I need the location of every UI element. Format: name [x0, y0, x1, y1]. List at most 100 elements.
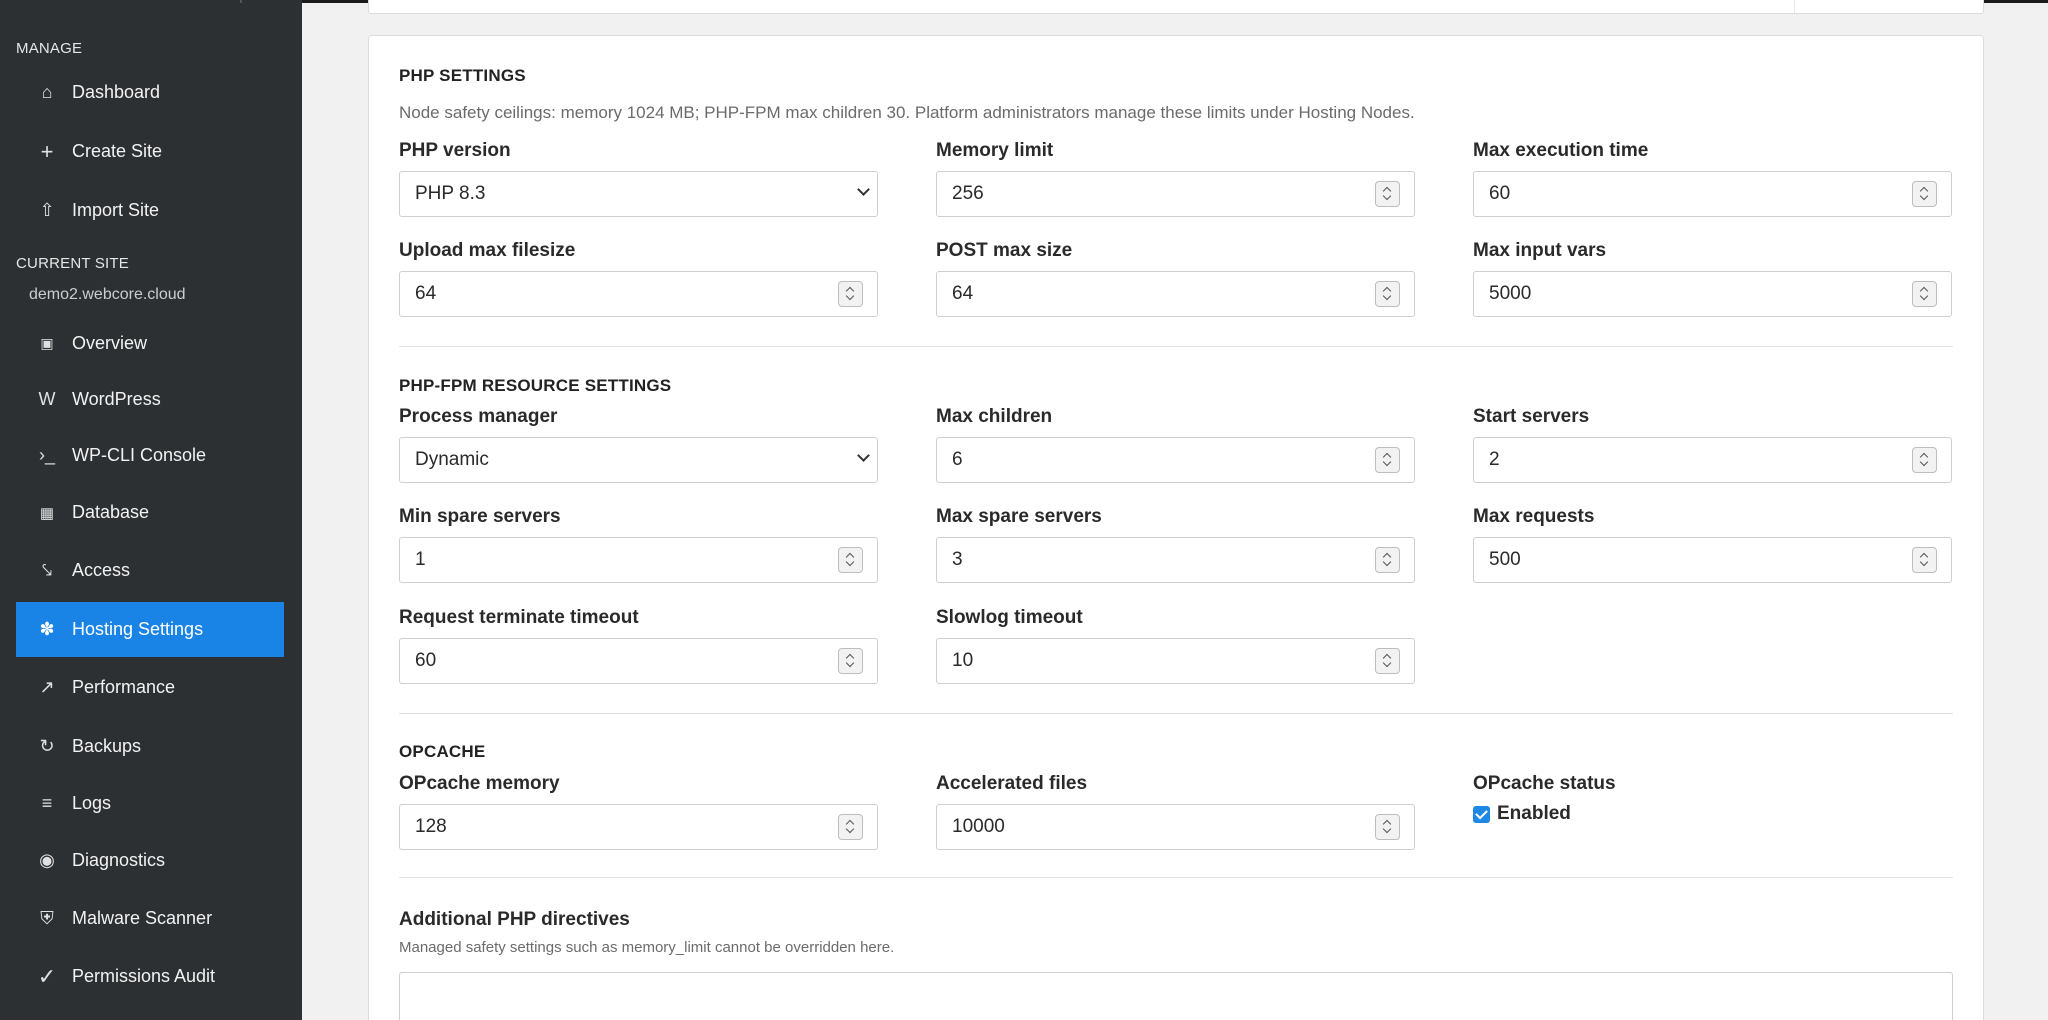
- input-value: 64: [415, 283, 437, 304]
- field-label: Max children: [936, 406, 1053, 427]
- max-spare-servers-input[interactable]: 3: [936, 537, 1415, 583]
- max-requests-input[interactable]: 500: [1473, 537, 1952, 583]
- section-label-current-site: CURRENT SITE: [16, 255, 129, 272]
- number-spinner-icon[interactable]: [1375, 447, 1400, 473]
- upload-max-filesize-input[interactable]: 64: [399, 271, 878, 317]
- sidebar-item-label: WordPress: [72, 389, 161, 409]
- number-spinner-icon[interactable]: [1375, 181, 1400, 207]
- number-spinner-icon[interactable]: [1375, 281, 1400, 307]
- sidebar-item-label: Create Site: [72, 141, 163, 161]
- terminal-icon: ›_: [38, 445, 55, 465]
- php-settings-title: PHP SETTINGS: [399, 66, 526, 85]
- sidebar-item-label: Backups: [72, 736, 142, 756]
- sidebar-item-label: Access: [72, 560, 131, 580]
- number-spinner-icon[interactable]: [1375, 547, 1400, 573]
- sidebar-item-diagnostics[interactable]: ◉ Diagnostics: [16, 833, 284, 888]
- input-value: 2: [1489, 449, 1500, 470]
- start-servers-field: Start servers 2: [1473, 406, 1952, 483]
- sidebar-item-label: Malware Scanner: [72, 908, 213, 928]
- sidebar-item-logs[interactable]: ≡ Logs: [16, 776, 284, 831]
- trend-arrow-icon: ↗: [39, 677, 55, 697]
- php-settings-note: Node safety ceilings: memory 1024 MB; PH…: [399, 103, 1415, 122]
- php-settings-card: PHP SETTINGS Node safety ceilings: memor…: [368, 35, 1984, 1020]
- sidebar-item-wordpress[interactable]: W WordPress: [16, 372, 284, 427]
- fpm-settings-title: PHP-FPM RESOURCE SETTINGS: [399, 376, 672, 395]
- sidebar: MANAGE ⌂ Dashboard + Create Site ⇧ Impor…: [0, 0, 302, 1020]
- number-spinner-icon[interactable]: [1912, 547, 1937, 573]
- field-label: Process manager: [399, 406, 558, 427]
- max-spare-servers-field: Max spare servers 3: [936, 506, 1415, 583]
- field-label: OPcache status: [1473, 773, 1616, 794]
- number-spinner-icon[interactable]: [838, 648, 863, 674]
- number-spinner-icon[interactable]: [1912, 181, 1937, 207]
- additional-directives-textarea[interactable]: [399, 972, 1953, 1020]
- input-value: 10: [952, 650, 974, 671]
- sidebar-item-malware-scanner[interactable]: ⛨ Malware Scanner: [16, 891, 284, 946]
- field-label: Accelerated files: [936, 773, 1088, 794]
- sidebar-item-dashboard[interactable]: ⌂ Dashboard: [16, 65, 284, 120]
- section-divider: [399, 877, 1953, 878]
- opcache-memory-field: OPcache memory 128: [399, 773, 878, 850]
- input-value: 6: [952, 449, 963, 470]
- upload-max-filesize-field: Upload max filesize 64: [399, 240, 878, 317]
- field-label: Max spare servers: [936, 506, 1102, 527]
- number-spinner-icon[interactable]: [1912, 281, 1937, 307]
- sidebar-item-access[interactable]: ⤥ Access: [16, 543, 284, 598]
- request-terminate-timeout-input[interactable]: 60: [399, 638, 878, 684]
- number-spinner-icon[interactable]: [838, 814, 863, 840]
- sidebar-item-overview[interactable]: ▣ Overview: [16, 316, 284, 371]
- sidebar-item-label: Hosting Settings: [72, 619, 204, 639]
- number-spinner-icon[interactable]: [1375, 814, 1400, 840]
- input-value: 5000: [1489, 283, 1532, 304]
- upload-arrow-icon: ⇧: [39, 200, 55, 220]
- field-label: OPcache memory: [399, 773, 560, 794]
- sidebar-item-hosting-settings[interactable]: ✽ Hosting Settings: [16, 602, 284, 657]
- list-lines-icon: ≡: [41, 793, 53, 813]
- additional-directives-field: Additional PHP directives: [399, 909, 878, 931]
- opcache-status-field: OPcache status: [1473, 773, 1952, 795]
- php-version-field: PHP version PHP 8.3: [399, 140, 878, 217]
- gear-icon: ✽: [39, 619, 55, 639]
- max-execution-time-input[interactable]: 60: [1473, 171, 1952, 217]
- sidebar-item-import-site[interactable]: ⇧ Import Site: [16, 183, 284, 238]
- sidebar-item-permissions-audit[interactable]: ✓ Permissions Audit: [16, 949, 284, 1004]
- process-manager-select[interactable]: Dynamic: [399, 437, 878, 483]
- sidebar-item-create-site[interactable]: + Create Site: [16, 124, 284, 179]
- sidebar-item-label: Permissions Audit: [72, 966, 216, 986]
- field-label: Max execution time: [1473, 140, 1649, 161]
- number-spinner-icon[interactable]: [838, 547, 863, 573]
- accelerated-files-input[interactable]: 10000: [936, 804, 1415, 850]
- sidebar-item-backups[interactable]: ↻ Backups: [16, 719, 284, 774]
- max-input-vars-input[interactable]: 5000: [1473, 271, 1952, 317]
- opcache-enabled-checkbox[interactable]: [1473, 805, 1490, 823]
- checkmark-icon: ✓: [37, 963, 57, 989]
- refresh-icon: ↻: [39, 736, 55, 756]
- post-max-size-input[interactable]: 64: [936, 271, 1415, 317]
- memory-limit-input[interactable]: 256: [936, 171, 1415, 217]
- opcache-enabled-checkbox-row[interactable]: Enabled: [1473, 803, 1571, 825]
- sidebar-item-label: Dashboard: [72, 82, 161, 102]
- field-label: Additional PHP directives: [399, 909, 630, 930]
- sidebar-top-line: [0, 0, 302, 3]
- additional-directives-note: Managed safety settings such as memory_l…: [399, 939, 895, 956]
- sidebar-item-wp-cli-console[interactable]: ›_ WP-CLI Console: [16, 428, 284, 483]
- field-label: POST max size: [936, 240, 1073, 261]
- min-spare-servers-field: Min spare servers 1: [399, 506, 878, 583]
- post-max-size-field: POST max size 64: [936, 240, 1415, 317]
- field-label: Max input vars: [1473, 240, 1607, 261]
- previous-card: [368, 0, 1984, 14]
- number-spinner-icon[interactable]: [1375, 648, 1400, 674]
- number-spinner-icon[interactable]: [1912, 447, 1937, 473]
- sidebar-item-performance[interactable]: ↗ Performance: [16, 660, 284, 715]
- max-children-field: Max children 6: [936, 406, 1415, 483]
- sidebar-item-label: Diagnostics: [72, 850, 166, 870]
- opcache-memory-input[interactable]: 128: [399, 804, 878, 850]
- slowlog-timeout-input[interactable]: 10: [936, 638, 1415, 684]
- min-spare-servers-input[interactable]: 1: [399, 537, 878, 583]
- process-manager-field: Process manager Dynamic: [399, 406, 878, 483]
- php-version-select[interactable]: PHP 8.3: [399, 171, 878, 217]
- sidebar-item-database[interactable]: ▦ Database: [16, 485, 284, 540]
- start-servers-input[interactable]: 2: [1473, 437, 1952, 483]
- max-children-input[interactable]: 6: [936, 437, 1415, 483]
- number-spinner-icon[interactable]: [838, 281, 863, 307]
